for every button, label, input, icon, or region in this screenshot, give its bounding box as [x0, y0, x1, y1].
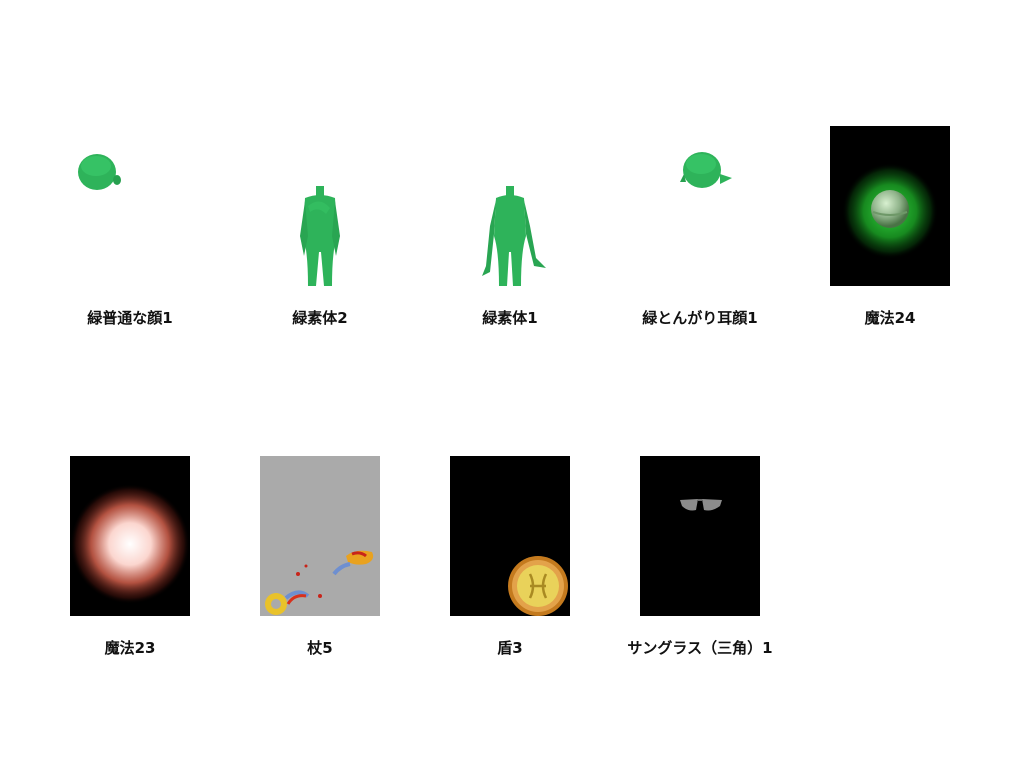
asset-gallery: 緑普通な顔1 緑素体2 緑素体1 緑とんがり耳顔1 魔法24 魔法23 杖5 盾…: [0, 0, 1024, 768]
gallery-item-label: 盾3: [497, 639, 523, 657]
green-body-icon: [450, 126, 570, 286]
shield-icon: [450, 456, 570, 616]
gallery-item-label: 緑素体2: [292, 309, 348, 327]
gallery-item-label: 緑素体1: [482, 309, 538, 327]
gallery-item-label: 杖5: [307, 639, 333, 657]
gallery-item-label: 緑普通な顔1: [87, 309, 173, 327]
gallery-item-label: 緑とんがり耳顔1: [642, 309, 758, 327]
gallery-item-label: サングラス（三角）1: [627, 639, 773, 657]
red-magic-glow-icon: [70, 456, 190, 616]
sunglasses-icon: [640, 456, 760, 616]
staff-icon: [260, 456, 380, 616]
green-magic-orb-icon: [830, 126, 950, 286]
green-pointy-ear-head-icon: [640, 126, 760, 286]
gallery-item-label: 魔法24: [864, 309, 916, 327]
gallery-item-label: 魔法23: [104, 639, 156, 657]
green-body-icon: [260, 126, 380, 286]
green-head-icon: [70, 126, 190, 286]
